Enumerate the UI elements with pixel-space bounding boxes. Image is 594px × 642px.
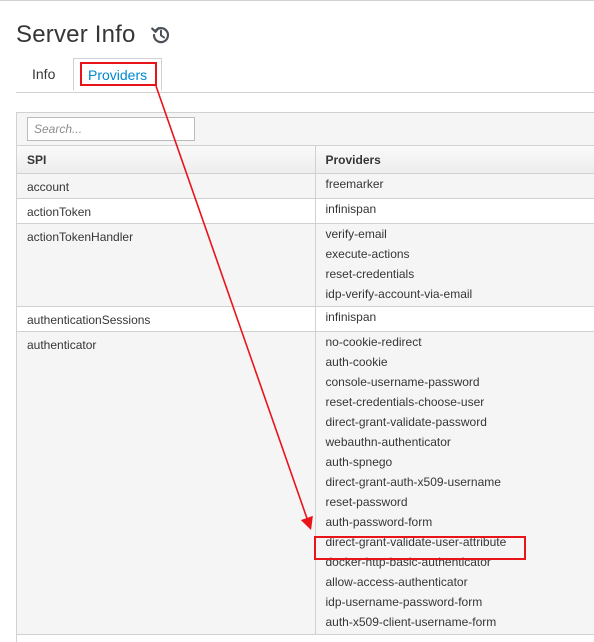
column-header-providers[interactable]: Providers <box>315 146 594 174</box>
table-row: actionTokenHandler verify-email execute-ac… <box>17 223 594 307</box>
provider-name: reset-credentials <box>325 267 415 281</box>
table-row: actionToken infinispan <box>17 198 594 224</box>
provider-name: verify-email <box>325 227 387 241</box>
provider-name: reset-password <box>325 495 408 509</box>
provider-name: freemarker <box>325 177 384 191</box>
provider-name: execute-actions <box>325 247 410 261</box>
spi-name: authenticationSessions <box>27 313 151 327</box>
spi-name: actionTokenHandler <box>27 230 134 244</box>
spi-name: account <box>27 180 70 194</box>
page-title: Server Info <box>16 21 136 48</box>
provider-name: console-username-password <box>325 375 480 389</box>
providers-cell: freemarker <box>315 173 594 199</box>
providers-table-container: SPI Providers account freemarker actionTok… <box>16 112 594 642</box>
provider-name: infinispan <box>325 202 377 216</box>
provider-name: direct-grant-validate-user-attribute <box>325 535 507 549</box>
providers-cell: infinispan <box>315 306 594 332</box>
provider-name: idp-username-password-form <box>325 595 483 609</box>
spi-cell: account <box>17 173 316 199</box>
providers-cell: infinispan <box>315 198 594 224</box>
table-row: account freemarker <box>17 173 594 199</box>
provider-name: idp-verify-account-via-email <box>325 287 473 301</box>
spi-cell: actionToken <box>17 198 316 224</box>
spi-cell: authenticator <box>17 331 316 635</box>
table-toolbar <box>17 113 594 146</box>
table-row: authenticationSessions infinispan <box>17 306 594 332</box>
tab-bar: Info Providers <box>16 58 594 93</box>
table-body: account freemarker actionToken infinispan ac… <box>17 173 594 635</box>
spi-name: authenticator <box>27 338 97 352</box>
provider-name: reset-credentials-choose-user <box>325 395 485 409</box>
provider-name: direct-grant-auth-x509-username <box>325 475 501 489</box>
tab-info[interactable]: Info <box>18 58 69 91</box>
provider-name: allow-access-authenticator <box>325 575 468 589</box>
column-header-spi[interactable]: SPI <box>17 146 316 174</box>
spi-name: actionToken <box>27 205 92 219</box>
provider-name: docker-http-basic-authenticator <box>325 555 491 569</box>
provider-name: infinispan <box>325 310 377 324</box>
provider-name: auth-spnego <box>325 455 393 469</box>
providers-cell: verify-email execute-actions reset-credent… <box>315 223 594 307</box>
spi-cell: authenticationSessions <box>17 306 316 332</box>
table-row: authenticator no-cookie-redirect auth-cook… <box>17 331 594 635</box>
tab-providers[interactable]: Providers <box>73 58 163 91</box>
history-icon[interactable] <box>150 24 172 46</box>
spi-cell: actionTokenHandler <box>17 223 316 307</box>
top-border <box>0 0 594 1</box>
providers-table: SPI Providers account freemarker actionTok… <box>17 146 594 635</box>
page-header: Server Info <box>16 20 172 50</box>
provider-name: auth-password-form <box>325 515 433 529</box>
provider-name: webauthn-authenticator <box>325 435 451 449</box>
provider-name: no-cookie-redirect <box>325 335 422 349</box>
table-header-row: SPI Providers <box>17 146 594 174</box>
provider-name: auth-x509-client-username-form <box>325 615 497 629</box>
search-input[interactable] <box>27 117 195 141</box>
provider-name: direct-grant-validate-password <box>325 415 487 429</box>
providers-cell: no-cookie-redirect auth-cookie console-use… <box>315 331 594 635</box>
provider-name: auth-cookie <box>325 355 388 369</box>
